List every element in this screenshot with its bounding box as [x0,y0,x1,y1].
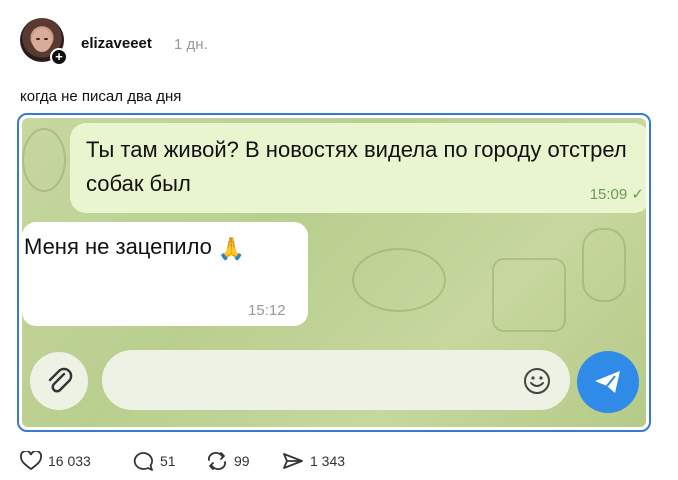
post: + elizaveeet 1 дн. когда не писал два дн… [0,0,678,480]
send-button [577,351,639,413]
message-input [102,350,570,410]
outgoing-time-label: 15:09 [589,186,628,203]
like-button[interactable]: 16 033 [20,450,91,472]
follow-plus-icon[interactable]: + [50,48,68,66]
paperclip-icon [48,367,73,393]
post-actions: 16 033 51 99 1 343 [20,450,620,472]
incoming-message-label: Меня не зацепило [24,234,212,259]
heart-icon [20,451,42,471]
share-count: 1 343 [310,453,346,469]
share-button[interactable]: 1 343 [282,450,345,472]
outgoing-message-text: Ты там живой? В новостях видела по город… [86,137,627,196]
share-icon [283,453,303,469]
smiley-icon [524,368,550,394]
comment-button[interactable]: 51 [132,450,176,472]
avatar[interactable]: + [20,18,68,66]
comment-icon [133,452,153,471]
chat-screenshot: Ты там живой? В новостях видела по город… [22,118,646,427]
comment-count: 51 [160,453,176,469]
repost-icon [208,452,226,470]
send-icon [595,371,620,393]
read-check-icon: ✓ [631,186,644,203]
repost-count: 99 [234,453,250,469]
like-count: 16 033 [48,453,91,469]
incoming-message: Меня не зацепило 🙏 15:12 [22,222,308,326]
outgoing-message-time: 15:09 ✓ [590,185,644,203]
outgoing-message: Ты там живой? В новостях видела по город… [70,123,646,213]
praying-hands-icon: 🙏 [217,236,246,261]
emoji-button [522,366,552,396]
attach-button [30,352,88,410]
post-caption: когда не писал два дня [20,88,182,105]
incoming-message-text: Меня не зацепило 🙏 [24,234,245,262]
incoming-message-time: 15:12 [248,302,286,319]
username[interactable]: elizaveeet [81,35,152,52]
post-time: 1 дн. [174,36,208,53]
repost-button[interactable]: 99 [206,450,250,472]
post-image[interactable]: Ты там живой? В новостях видела по город… [17,113,651,432]
